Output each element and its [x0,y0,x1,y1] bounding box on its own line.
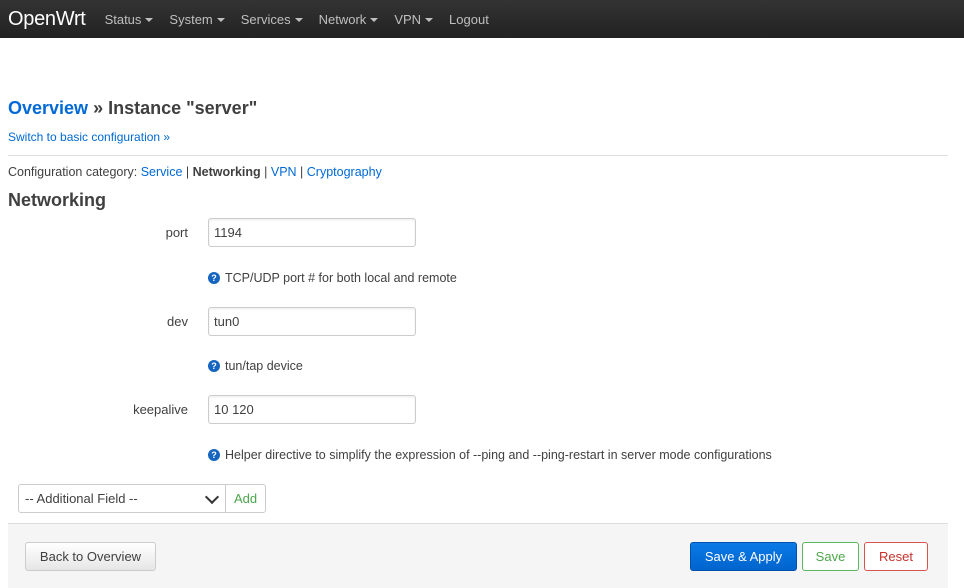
chevron-down-icon [204,489,220,504]
menu-label: Logout [449,11,489,27]
action-footer: Back to Overview Save & Apply Save Reset [8,523,948,588]
brand-logo[interactable]: OpenWrt [8,8,86,31]
additional-field-row: -- Additional Field -- Add [18,484,267,513]
dev-help-text: tun/tap device [225,359,303,373]
menu-item-services[interactable]: Services [241,12,303,27]
menu-item-vpn[interactable]: VPN [394,11,434,27]
dev-input[interactable] [208,307,416,336]
reset-button[interactable]: Reset [864,542,928,571]
keepalive-input[interactable] [208,395,416,424]
menu-item-system[interactable]: System [169,11,225,27]
top-navbar: OpenWrt Status System Services Network V… [0,0,964,38]
breadcrumb-separator: » [88,98,109,118]
menu-label: Network [318,11,367,27]
category-link-vpn[interactable]: VPN [271,165,297,179]
breadcrumb-overview[interactable]: Overview [8,98,88,118]
menu-label: VPN [394,11,422,27]
main-menu: Status System Services Network VPN Logou… [105,12,505,27]
category-prefix: Configuration category: [8,165,141,179]
config-category-bar: Configuration category: Service | Networ… [8,165,382,179]
menu-label: Services [240,11,291,27]
menu-item-status[interactable]: Status [105,12,154,27]
port-help-text: TCP/UDP port # for both local and remote [225,271,457,285]
port-label: port [165,225,188,240]
port-input[interactable] [208,218,416,247]
save-button[interactable]: Save [802,542,859,571]
switch-basic-config-link[interactable]: Switch to basic configuration » [8,130,170,144]
keepalive-label: keepalive [133,402,188,417]
port-help: ? TCP/UDP port # for both local and remo… [208,271,457,285]
help-icon: ? [208,360,220,372]
category-active-networking: Networking [192,165,261,179]
section-title: Networking [8,190,107,210]
caret-down-icon [216,17,225,22]
keepalive-help-text: Helper directive to simplify the express… [225,448,772,462]
help-icon: ? [208,449,220,461]
save-apply-button[interactable]: Save & Apply [690,542,797,571]
back-to-overview-button[interactable]: Back to Overview [25,542,156,571]
additional-field-select[interactable]: -- Additional Field -- [18,484,226,513]
menu-item-network[interactable]: Network [319,12,379,27]
keepalive-help: ? Helper directive to simplify the expre… [208,448,772,462]
add-field-button[interactable]: Add [226,484,267,513]
dev-help: ? tun/tap device [208,359,303,373]
caret-down-icon [294,17,303,22]
category-link-cryptography[interactable]: Cryptography [307,165,382,179]
menu-label: Status [104,11,142,27]
category-link-service[interactable]: Service [141,165,183,179]
caret-down-icon [145,17,154,22]
additional-field-select-value: -- Additional Field -- [25,491,138,506]
menu-item-logout[interactable]: Logout [449,12,489,27]
instance-title: Instance "server" [108,98,258,118]
divider [8,155,948,156]
dev-label: dev [167,314,188,329]
caret-down-icon [425,17,434,22]
caret-down-icon [370,17,379,22]
help-icon: ? [208,272,220,284]
menu-label: System [169,11,213,27]
page-title: Overview » Instance "server" [8,98,257,119]
